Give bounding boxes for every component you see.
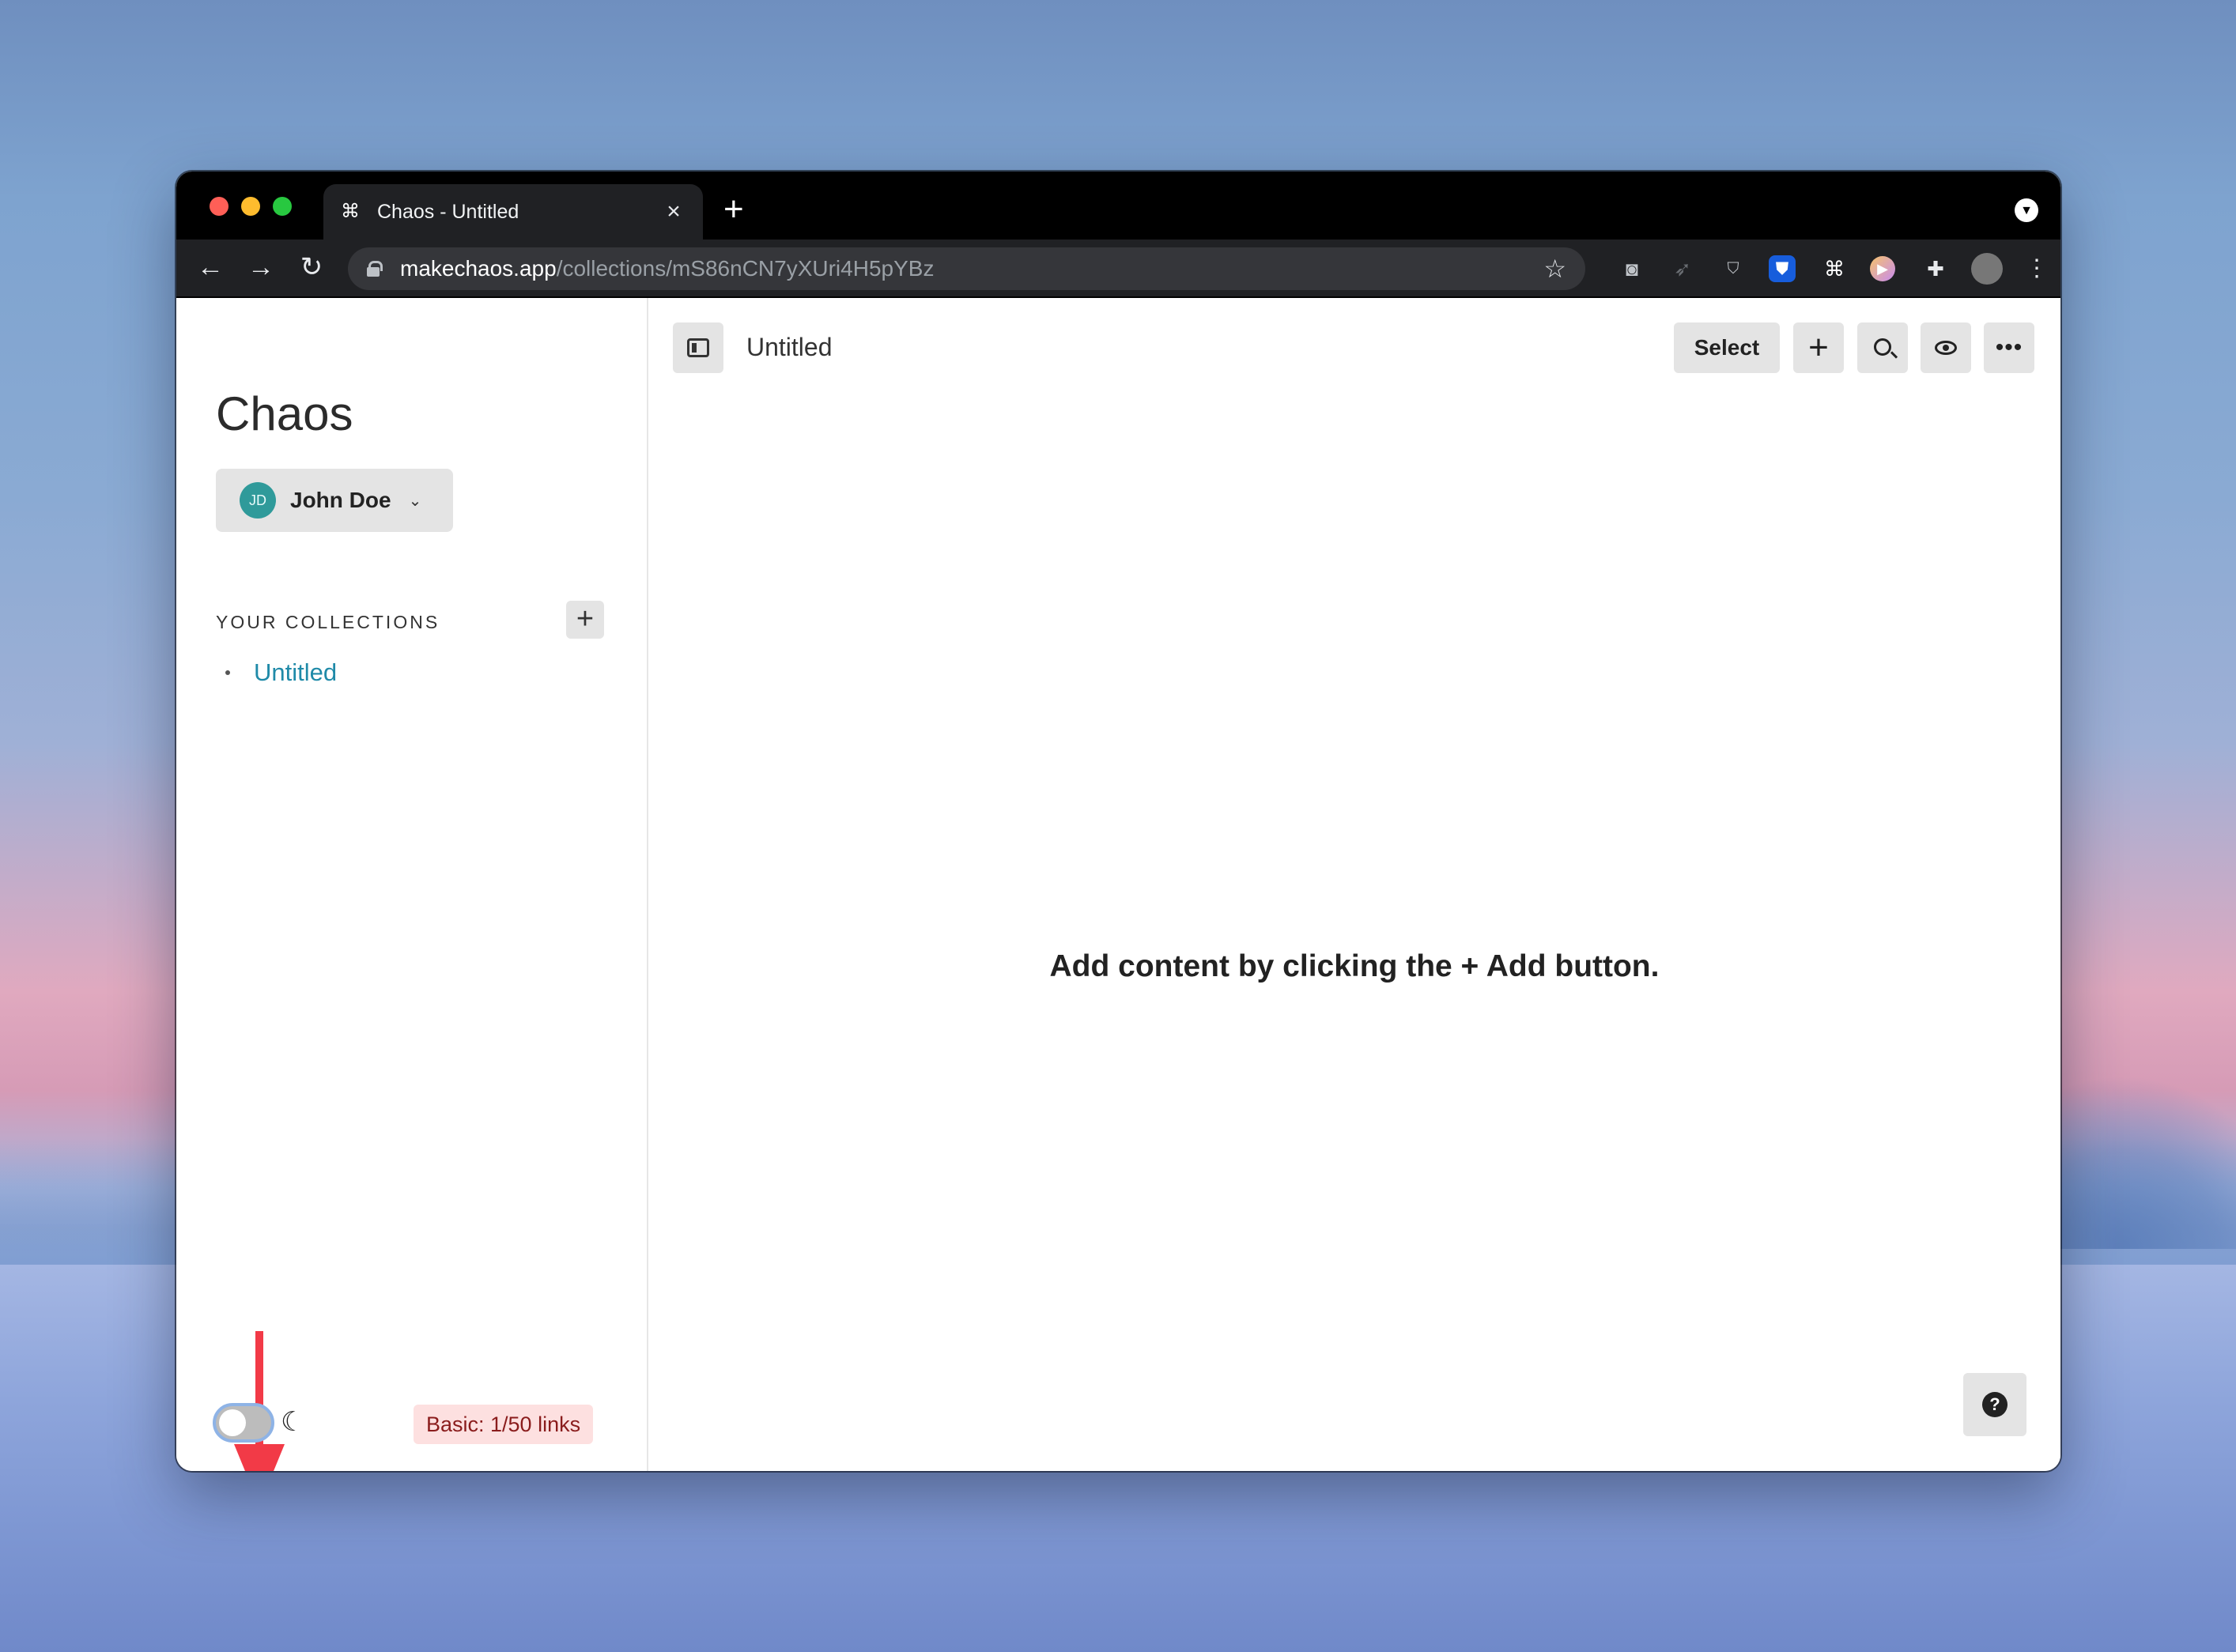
bookmark-star-icon[interactable]: ☆ (1543, 254, 1566, 284)
more-options-button[interactable]: ••• (1984, 322, 2034, 373)
add-button[interactable]: + (1793, 322, 1844, 373)
chevron-down-icon: ⌄ (408, 492, 422, 510)
chaos-extension-icon[interactable]: ⌘ (1819, 254, 1849, 284)
collection-link[interactable]: Untitled (254, 658, 337, 687)
back-icon[interactable]: ← (192, 249, 229, 285)
user-menu-button[interactable]: JD John Doe ⌄ (216, 469, 453, 532)
lock-icon (367, 261, 383, 277)
list-item[interactable]: Untitled (225, 658, 337, 687)
annotation-arrow-shaft (255, 1331, 263, 1462)
url-path: /collections/mS86nCN7yXUri4H5pYBz (556, 256, 935, 281)
app-title: Chaos (216, 387, 353, 440)
browser-toolbar: ← → ↻ makechaos.app /collections/mS86nCN… (176, 240, 2060, 298)
puzzle-icon[interactable]: ✚ (1921, 254, 1951, 284)
new-tab-button[interactable]: + (723, 192, 744, 227)
profile-avatar-icon[interactable] (1971, 253, 2003, 285)
page-title: Untitled (746, 333, 833, 361)
forward-icon[interactable]: → (243, 249, 279, 285)
window-close-button[interactable] (210, 197, 229, 216)
kebab-menu-icon[interactable]: ⋮ (2022, 254, 2052, 284)
add-collection-button[interactable]: + (566, 601, 604, 639)
tab-search-icon[interactable]: ▼ (2015, 198, 2038, 222)
media-player-icon[interactable]: ▶ (1870, 256, 1895, 281)
browser-titlebar: ⌘ Chaos - Untitled × + ▼ (176, 172, 2060, 240)
bitwarden-icon[interactable]: ⛊ (1769, 255, 1796, 282)
reload-icon[interactable]: ↻ (293, 249, 330, 285)
eye-icon (1935, 340, 1957, 355)
address-bar[interactable]: makechaos.app /collections/mS86nCN7yXUri… (348, 247, 1585, 290)
select-button[interactable]: Select (1674, 322, 1780, 373)
search-button[interactable] (1857, 322, 1908, 373)
tab-close-icon[interactable]: × (662, 198, 686, 225)
bullet (225, 670, 230, 675)
window-maximize-button[interactable] (273, 197, 292, 216)
help-button[interactable]: ? (1963, 1373, 2026, 1436)
rocket-icon[interactable]: ➶ (1668, 254, 1698, 284)
ublock-icon[interactable]: ⛉ (1718, 254, 1748, 284)
url-host: makechaos.app (400, 256, 557, 281)
user-name: John Doe (290, 488, 391, 512)
main-content: Untitled Select + ••• Add content by cli… (648, 298, 2060, 1471)
window-minimize-button[interactable] (241, 197, 260, 216)
search-icon (1874, 338, 1891, 356)
tab-title: Chaos - Untitled (377, 200, 519, 223)
toggle-knob (219, 1409, 246, 1436)
camera-icon[interactable]: ◙ (1617, 254, 1647, 284)
sidebar: Chaos JD John Doe ⌄ YOUR COLLECTIONS + U… (176, 298, 648, 1471)
preview-button[interactable] (1921, 322, 1971, 373)
question-icon: ? (1982, 1392, 2007, 1417)
chaos-logo-icon: ⌘ (341, 201, 360, 222)
empty-state-message: Add content by clicking the + Add button… (1049, 949, 1660, 983)
avatar: JD (240, 482, 276, 519)
moon-icon: ☾ (281, 1407, 305, 1437)
red-arrow-down-icon (234, 1444, 285, 1471)
panel-icon (687, 338, 709, 357)
sidebar-toggle-button[interactable] (673, 322, 723, 373)
dark-mode-toggle[interactable] (213, 1403, 274, 1443)
collections-heading: YOUR COLLECTIONS (216, 612, 440, 632)
browser-window: ⌘ Chaos - Untitled × + ▼ ← → ↻ makechaos… (176, 172, 2060, 1471)
plan-badge: Basic: 1/50 links (414, 1405, 594, 1444)
browser-tab-active[interactable]: ⌘ Chaos - Untitled × (323, 184, 703, 240)
